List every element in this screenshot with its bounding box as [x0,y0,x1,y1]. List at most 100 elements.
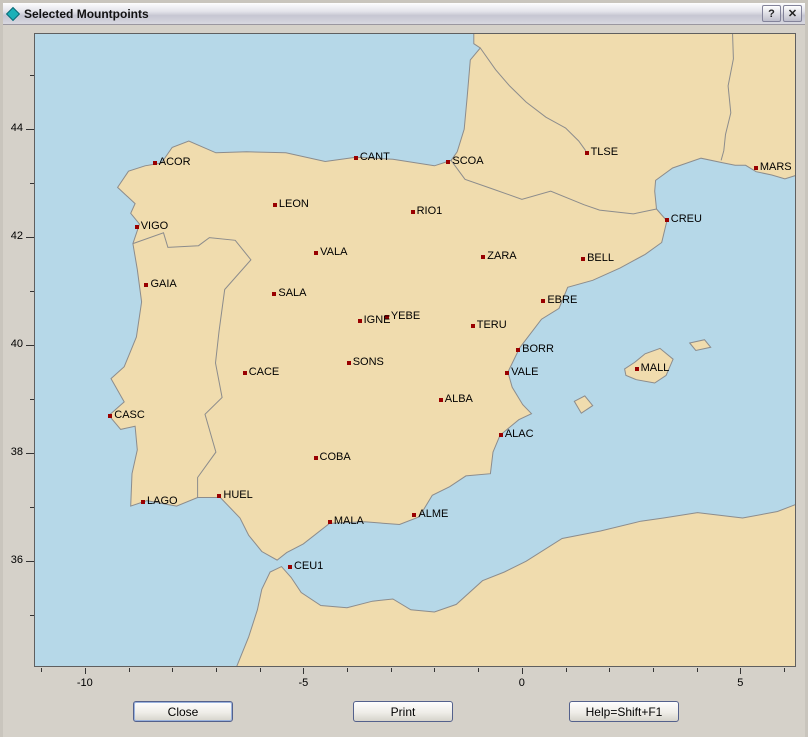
x-axis-tick [347,668,348,672]
x-axis-tick [216,668,217,672]
x-axis-tick [391,668,392,672]
x-tick-label: 5 [737,677,743,689]
station-label-scoa: SCOA [452,154,483,169]
x-tick-label: -5 [298,677,308,689]
selected-mountpoints-window: Selected Mountpoints ? ✕ ACORCANTSCOATLS… [0,0,808,737]
station-label-mall: MALL [641,361,670,376]
y-tick-label: 36 [3,554,23,566]
y-tick-label: 42 [3,230,23,242]
y-axis-tick [30,183,34,184]
x-axis-tick [129,668,130,672]
y-axis-tick [26,453,34,454]
y-axis-tick [30,615,34,616]
station-marker-mala [328,520,332,524]
print-button[interactable]: Print [353,701,453,722]
station-marker-ebre [541,299,545,303]
y-tick-label: 38 [3,446,23,458]
station-marker-mall [635,367,639,371]
station-label-rio1: RIO1 [417,204,443,219]
station-label-leon: LEON [279,197,309,212]
x-axis-tick [85,668,86,674]
station-label-ceu1: CEU1 [294,559,323,574]
station-label-zara: ZARA [487,249,516,264]
station-marker-sons [347,361,351,365]
window-title: Selected Mountpoints [24,7,758,21]
y-axis-tick [26,561,34,562]
station-label-borr: BORR [522,342,554,357]
y-axis-tick [30,507,34,508]
y-axis-tick [26,237,34,238]
station-marker-borr [516,348,520,352]
map-canvas[interactable]: ACORCANTSCOATLSEMARSLEONRIO1CREUVIGOVALA… [34,33,796,667]
x-axis-tick [653,668,654,672]
station-marker-acor [153,161,157,165]
station-marker-creu [665,218,669,222]
y-tick-label: 44 [3,122,23,134]
station-label-ebre: EBRE [547,293,577,308]
station-marker-lago [141,500,145,504]
station-marker-scoa [446,160,450,164]
y-axis-tick [30,399,34,400]
x-axis-tick [566,668,567,672]
station-label-lago: LAGO [147,494,178,509]
station-marker-igne [358,319,362,323]
station-marker-alme [412,513,416,517]
station-marker-rio1 [411,210,415,214]
station-label-mars: MARS [760,160,792,175]
station-marker-zara [481,255,485,259]
x-tick-label: 0 [519,677,525,689]
station-marker-sala [272,292,276,296]
station-label-bell: BELL [587,251,614,266]
station-marker-vigo [135,225,139,229]
station-label-coba: COBA [320,450,351,465]
station-label-alba: ALBA [445,392,473,407]
station-marker-huel [217,494,221,498]
x-axis-tick [478,668,479,672]
station-label-sala: SALA [278,286,306,301]
dialog-button-row: Close Print Help=Shift+F1 [3,701,805,722]
station-label-cant: CANT [360,150,390,165]
help-button[interactable]: Help=Shift+F1 [569,701,679,722]
station-label-sons: SONS [353,355,384,370]
station-label-mala: MALA [334,514,364,529]
station-marker-tlse [585,151,589,155]
station-label-yebe: YEBE [391,309,420,324]
station-marker-alba [439,398,443,402]
x-axis-tick [697,668,698,672]
station-marker-vale [505,371,509,375]
titlebar-buttons: ? ✕ [762,5,802,22]
app-icon [6,7,20,21]
titlebar[interactable]: Selected Mountpoints ? ✕ [3,3,805,25]
station-marker-bell [581,257,585,261]
station-marker-cant [354,156,358,160]
titlebar-help-button[interactable]: ? [762,5,781,22]
station-label-alme: ALME [418,507,448,522]
station-marker-mars [754,166,758,170]
x-axis-tick [260,668,261,672]
station-label-igne: IGNE [364,313,391,328]
x-axis-tick [522,668,523,674]
x-axis-tick [172,668,173,672]
station-marker-teru [471,324,475,328]
y-axis-tick [30,75,34,76]
station-label-vala: VALA [320,245,347,260]
station-marker-casc [108,414,112,418]
x-tick-label: -10 [77,677,93,689]
station-label-tlse: TLSE [591,145,619,160]
titlebar-close-button[interactable]: ✕ [783,5,802,22]
station-marker-cace [243,371,247,375]
x-axis-tick [434,668,435,672]
x-axis-tick [784,668,785,672]
x-axis-tick [41,668,42,672]
y-tick-label: 40 [3,338,23,350]
y-axis-tick [26,345,34,346]
station-marker-gaia [144,283,148,287]
y-axis-tick [30,291,34,292]
x-axis-tick [303,668,304,674]
station-marker-alac [499,433,503,437]
station-marker-coba [314,456,318,460]
station-marker-vala [314,251,318,255]
station-label-vigo: VIGO [141,219,169,234]
close-button[interactable]: Close [133,701,233,722]
station-label-casc: CASC [114,408,145,423]
